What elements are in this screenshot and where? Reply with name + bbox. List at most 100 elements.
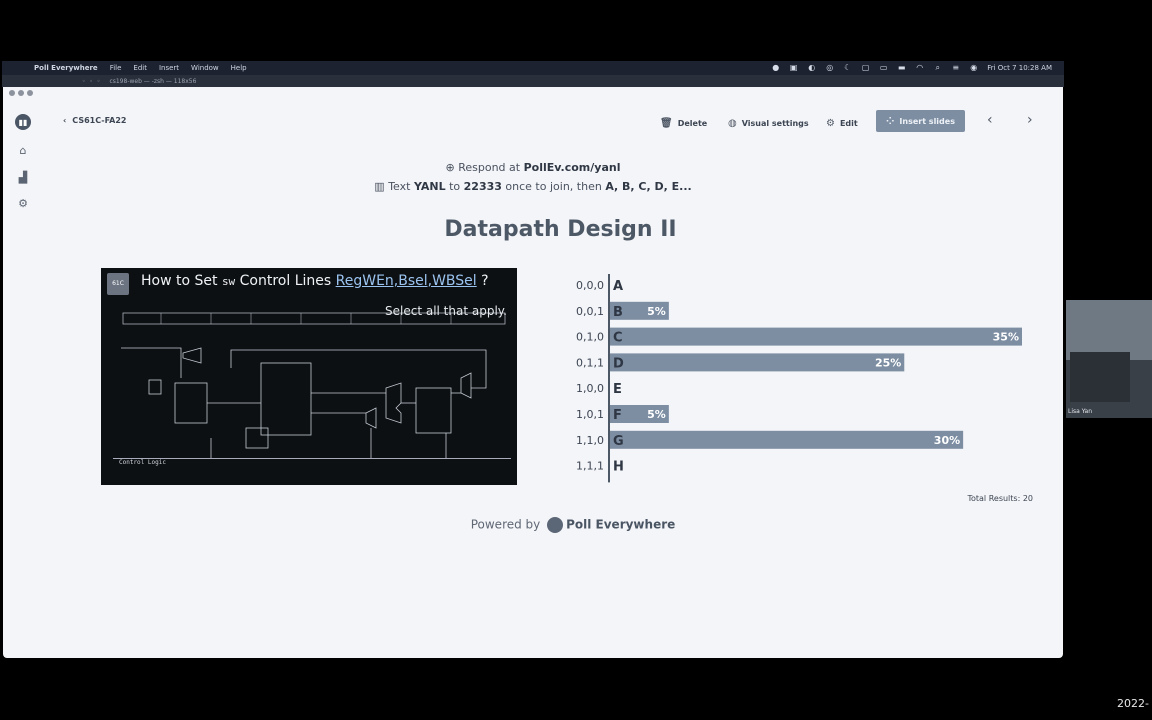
chart-svg: 0,0,0 A 5% 0,0,1 B 35% 0,1,0 C 25% 0,1,1 D 1,0,0 E 5%… xyxy=(576,274,1022,483)
question-slide-image: 61C How to Set sw Control Lines RegWEn,B… xyxy=(101,268,517,485)
option-letter-g: G xyxy=(613,434,624,449)
category-label-f: 1,0,1 xyxy=(576,408,604,421)
menu-insert[interactable]: Insert xyxy=(159,64,179,72)
poll-title: Datapath Design II xyxy=(444,217,677,242)
webcam-thumbnail: Lisa Yan xyxy=(1066,300,1152,418)
control-center-icon[interactable]: ≡ xyxy=(951,64,960,72)
status-contrast-icon[interactable]: ◐ xyxy=(807,64,816,72)
siri-icon[interactable]: ◉ xyxy=(969,64,978,72)
globe-icon: ⊕ xyxy=(445,161,455,174)
delete-button[interactable]: 🗑 Delete xyxy=(660,113,707,133)
category-label-a: 0,0,0 xyxy=(576,279,604,292)
status-window-icon[interactable]: ▢ xyxy=(861,64,870,72)
value-label-c: 35% xyxy=(993,331,1019,344)
option-letter-e: E xyxy=(613,382,622,397)
webcam-background xyxy=(1066,300,1152,360)
powered-brand: Poll Everywhere xyxy=(566,517,676,532)
powered-prefix: Powered by xyxy=(470,517,545,532)
terminal-title: cs198-web — -zsh — 118x56 xyxy=(109,77,197,85)
trash-icon: 🗑 xyxy=(660,117,673,129)
category-label-g: 1,1,0 xyxy=(576,434,604,447)
category-label-h: 1,1,1 xyxy=(576,460,604,473)
webcam-name: Lisa Yan xyxy=(1068,408,1093,415)
insert-slides-button[interactable]: ⁘ Insert slides xyxy=(876,110,965,132)
option-letter-f: F xyxy=(613,408,622,423)
text-number: 22333 xyxy=(463,180,502,193)
option-letter-h: H xyxy=(613,460,624,475)
battery-icon[interactable]: ▬ xyxy=(897,64,906,72)
results-bar-chart: 0,0,0 A 5% 0,0,1 B 35% 0,1,0 C 25% 0,1,1 D 1,0,0 E 5%… xyxy=(561,272,1041,492)
category-label-d: 0,1,1 xyxy=(576,356,604,369)
macos-menu-bar: Poll Everywhere File Edit Insert Window … xyxy=(2,61,1064,75)
visual-settings-button[interactable]: ◍ Visual settings xyxy=(728,113,809,133)
gear-icon: ⚙ xyxy=(826,117,835,129)
category-label-c: 0,1,0 xyxy=(576,331,604,344)
slide-title: How to Set sw Control Lines RegWEn,Bsel,… xyxy=(141,273,489,289)
edit-label: Edit xyxy=(839,118,858,128)
menu-edit[interactable]: Edit xyxy=(133,64,147,72)
slide-title-mid: Control Lines xyxy=(235,273,336,289)
chevron-left-icon: ‹ xyxy=(63,116,67,125)
option-letter-c: C xyxy=(613,331,623,346)
palette-icon: ◍ xyxy=(728,117,737,129)
text-to: to xyxy=(445,180,464,193)
text-code: YANL xyxy=(413,180,446,193)
slide-title-instruction: sw xyxy=(221,275,236,288)
slide-title-signals: RegWEn,Bsel,WBSel xyxy=(335,273,477,289)
next-arrow-icon[interactable]: › xyxy=(1027,112,1033,128)
menu-file[interactable]: File xyxy=(110,64,122,72)
menu-window[interactable]: Window xyxy=(191,64,219,72)
corner-date: 2022- xyxy=(1117,697,1149,710)
terminal-title-strip: ◦ ◦ ◦ cs198-web — -zsh — 118x56 xyxy=(2,75,1064,87)
phone-icon: ▥ xyxy=(374,180,385,193)
respond-instructions-web: ⊕ Respond at PollEv.com/yanl xyxy=(3,161,1063,174)
slide-subtitle: Select all that apply. xyxy=(385,304,507,318)
webcam-scene xyxy=(1070,352,1130,402)
terminal-tab-icon: ◦ ◦ ◦ xyxy=(82,77,102,85)
moon-icon[interactable]: ☾ xyxy=(843,64,852,72)
powered-by: Powered by Poll Everywhere xyxy=(3,517,1143,533)
text-prefix: Text xyxy=(388,180,414,193)
menu-help[interactable]: Help xyxy=(231,64,247,72)
insert-icon: ⁘ xyxy=(886,115,895,127)
previous-arrow-icon[interactable]: ‹ xyxy=(987,112,993,128)
value-label-d: 25% xyxy=(875,356,901,369)
option-letter-a: A xyxy=(613,279,623,294)
menu-app-name[interactable]: Poll Everywhere xyxy=(34,64,98,72)
status-display-icon[interactable]: ▭ xyxy=(879,64,888,72)
value-label-g: 30% xyxy=(934,434,960,447)
datapath-diagram xyxy=(121,312,506,458)
option-letter-d: D xyxy=(613,356,624,371)
poll-everywhere-icon xyxy=(547,517,564,533)
status-camera-icon[interactable]: ▣ xyxy=(789,64,798,72)
back-to-activity-link[interactable]: ‹ CS61C-FA22 xyxy=(63,116,126,125)
value-label-b: 5% xyxy=(647,305,666,318)
search-icon[interactable]: ⌕ xyxy=(933,64,942,72)
option-letter-b: B xyxy=(613,305,623,320)
menubar-clock[interactable]: Fri Oct 7 10:28 AM xyxy=(987,64,1052,72)
text-mid: once to join, then xyxy=(501,180,606,193)
visual-settings-label: Visual settings xyxy=(741,118,809,128)
respond-url[interactable]: PollEv.com/yanl xyxy=(524,161,621,174)
insert-slides-label: Insert slides xyxy=(899,116,955,126)
settings-icon[interactable]: ⚙ xyxy=(15,195,31,211)
bar-g xyxy=(610,430,964,449)
home-icon[interactable]: ⌂ xyxy=(15,142,31,158)
total-results: Total Results: 20 xyxy=(967,494,1033,503)
control-logic-label: Control Logic xyxy=(113,458,511,485)
respond-instructions-text: ▥ Text YANL to 22333 once to join, then … xyxy=(3,180,1063,193)
app-window: ▮▮ ⌂ ▟ ⚙ ‹ CS61C-FA22 🗑 Delete ◍ Visual … xyxy=(3,87,1063,658)
back-label: CS61C-FA22 xyxy=(72,116,127,125)
slide-title-prefix: How to Set xyxy=(141,273,222,289)
poll-everywhere-logo-icon[interactable]: ▮▮ xyxy=(15,114,31,130)
wifi-icon[interactable]: ◠ xyxy=(915,64,924,72)
bar-d xyxy=(610,353,905,372)
edit-button[interactable]: ⚙ Edit xyxy=(826,113,858,133)
category-label-b: 0,0,1 xyxy=(576,305,604,318)
slide-title-suffix: ? xyxy=(476,273,489,289)
respond-prefix: Respond at xyxy=(458,161,524,174)
bar-c xyxy=(610,327,1022,346)
status-circle-icon[interactable]: ● xyxy=(771,64,780,72)
status-focus-icon[interactable]: ◎ xyxy=(825,64,834,72)
category-label-e: 1,0,0 xyxy=(576,382,604,395)
